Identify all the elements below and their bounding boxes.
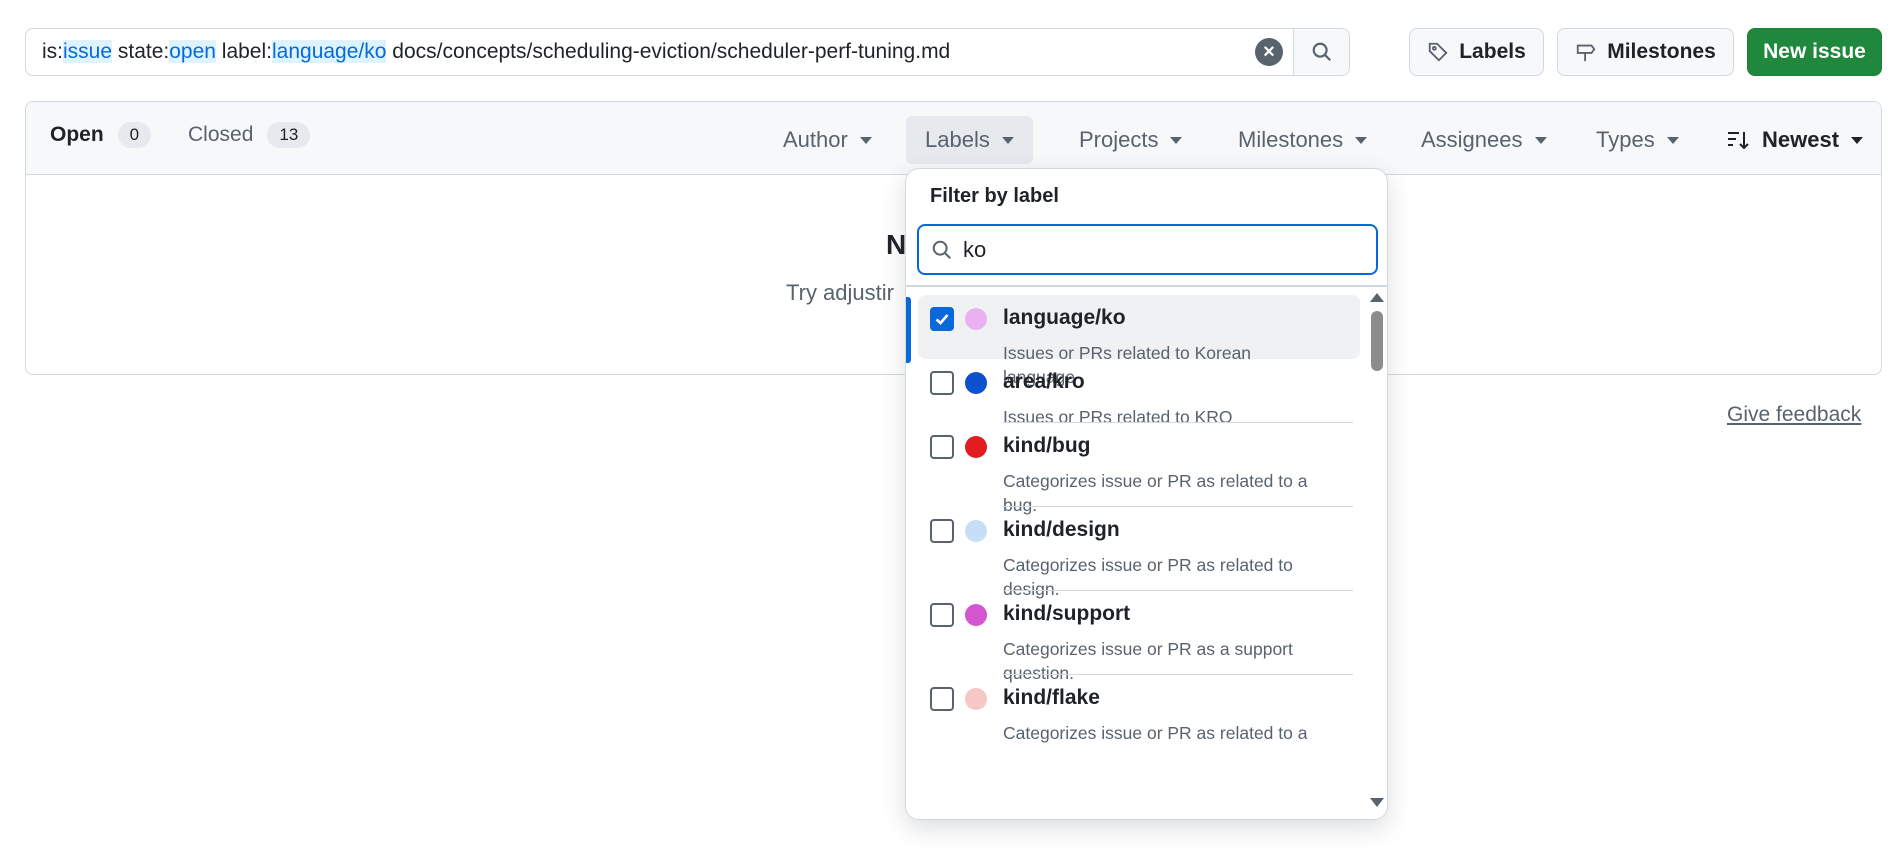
- checkbox[interactable]: [930, 519, 954, 543]
- checkbox[interactable]: [930, 603, 954, 627]
- query-qualifier-value: issue: [63, 40, 113, 63]
- label-option[interactable]: kind/flake Categorizes issue or PR as rel…: [918, 675, 1360, 759]
- closed-issues-tab[interactable]: Closed 13: [188, 122, 311, 148]
- sort-desc-icon: [1728, 132, 1749, 150]
- search-query-input[interactable]: is:issue state:open label:language/ko do…: [26, 40, 1255, 64]
- scroll-up-arrow-icon[interactable]: [1370, 293, 1384, 302]
- milestone-icon: [1577, 44, 1596, 62]
- dropdown-scrollbar[interactable]: [1367, 287, 1385, 817]
- check-icon: [935, 314, 949, 325]
- label-option-name: kind/bug: [1003, 434, 1091, 457]
- issue-list-header: Open 0 Closed 13 Author Labels Projects …: [26, 102, 1881, 175]
- dropdown-title: Filter by label: [930, 185, 1059, 207]
- label-option-name: area/kro: [1003, 370, 1085, 393]
- query-qualifier-value: open: [169, 40, 216, 63]
- query-text: label:: [215, 40, 272, 63]
- scroll-down-arrow-icon[interactable]: [1370, 798, 1384, 807]
- types-filter[interactable]: Types: [1577, 116, 1698, 164]
- search-icon: [932, 240, 951, 259]
- label-color-swatch: [965, 520, 987, 542]
- assignees-filter[interactable]: Assignees: [1402, 116, 1566, 164]
- label-option-name: kind/design: [1003, 518, 1120, 541]
- clear-search-icon[interactable]: ×: [1255, 38, 1283, 66]
- sort-dropdown[interactable]: Newest: [1707, 116, 1881, 164]
- milestones-filter[interactable]: Milestones: [1219, 116, 1386, 164]
- sort-label: Newest: [1762, 127, 1840, 152]
- label-search-input[interactable]: [963, 236, 1343, 263]
- open-tab-label: Open: [50, 123, 104, 146]
- milestones-button-label: Milestones: [1607, 40, 1716, 63]
- new-issue-button[interactable]: New issue: [1747, 28, 1882, 76]
- label-filter-dropdown: Filter by label language/koIssues or PRs…: [905, 168, 1388, 820]
- label-option-name: language/ko: [1003, 306, 1126, 329]
- label-option[interactable]: language/ko Issues or PRs related to Kore…: [918, 295, 1360, 387]
- assignees-filter-label: Assignees: [1421, 127, 1523, 152]
- query-text: state:: [112, 40, 170, 63]
- label-option-name: kind/support: [1003, 602, 1131, 625]
- chevron-down-icon: [1355, 136, 1368, 144]
- chevron-down-icon: [1851, 136, 1864, 144]
- search-button[interactable]: [1293, 29, 1349, 75]
- milestones-filter-label: Milestones: [1238, 127, 1344, 152]
- label-option[interactable]: kind/bug Categorizes issue or PR as relat…: [918, 423, 1360, 515]
- author-filter[interactable]: Author: [764, 116, 891, 164]
- active-option-indicator: [906, 297, 911, 363]
- query-qualifier-value: language/ko: [272, 40, 387, 63]
- scrollbar-thumb[interactable]: [1371, 311, 1383, 371]
- chevron-down-icon: [1001, 136, 1014, 144]
- label-options-list[interactable]: language/ko Issues or PRs related to Kore…: [906, 287, 1376, 817]
- empty-state-text: Try adjustir: [786, 280, 894, 305]
- checkbox[interactable]: [930, 371, 954, 395]
- label-option[interactable]: area/kro Issues or PRs related to KRO: [918, 359, 1360, 427]
- query-text: docs/concepts/scheduling-eviction/schedu…: [386, 40, 951, 63]
- labels-filter-label: Labels: [925, 127, 990, 152]
- label-color-swatch: [965, 688, 987, 710]
- labels-button-label: Labels: [1459, 40, 1526, 63]
- tag-icon: [1429, 42, 1448, 62]
- labels-filter[interactable]: Labels: [906, 116, 1033, 164]
- closed-tab-label: Closed: [188, 123, 254, 146]
- milestones-button[interactable]: Milestones: [1557, 28, 1734, 76]
- chevron-down-icon: [1534, 136, 1547, 144]
- open-issues-tab[interactable]: Open 0: [50, 122, 152, 148]
- checkbox-checked[interactable]: [930, 307, 954, 331]
- label-color-swatch: [965, 372, 987, 394]
- labels-button[interactable]: Labels: [1409, 28, 1544, 76]
- label-color-swatch: [965, 436, 987, 458]
- checkbox[interactable]: [930, 687, 954, 711]
- issue-search-bar[interactable]: is:issue state:open label:language/ko do…: [25, 28, 1350, 76]
- projects-filter[interactable]: Projects: [1060, 116, 1201, 164]
- empty-state-title: N: [886, 229, 907, 260]
- open-count-badge: 0: [117, 122, 152, 148]
- label-option-name: kind/flake: [1003, 686, 1100, 709]
- closed-count-badge: 13: [267, 122, 311, 148]
- new-issue-button-label: New issue: [1763, 40, 1866, 63]
- label-option-description: Categorizes issue or PR as related to a: [1003, 723, 1308, 743]
- label-option[interactable]: kind/support Categorizes issue or PR as a…: [918, 591, 1360, 683]
- query-text: is:: [42, 40, 63, 63]
- label-color-swatch: [965, 604, 987, 626]
- label-search-field[interactable]: [917, 224, 1378, 275]
- chevron-down-icon: [1666, 136, 1679, 144]
- chevron-down-icon: [1170, 136, 1183, 144]
- give-feedback-link[interactable]: Give feedback: [1727, 403, 1861, 427]
- search-icon: [1312, 42, 1331, 62]
- checkbox[interactable]: [930, 435, 954, 459]
- author-filter-label: Author: [783, 127, 848, 152]
- label-option[interactable]: kind/design Categorizes issue or PR as re…: [918, 507, 1360, 599]
- chevron-down-icon: [859, 136, 872, 144]
- types-filter-label: Types: [1596, 127, 1655, 152]
- projects-filter-label: Projects: [1079, 127, 1159, 152]
- label-color-swatch: [965, 308, 987, 330]
